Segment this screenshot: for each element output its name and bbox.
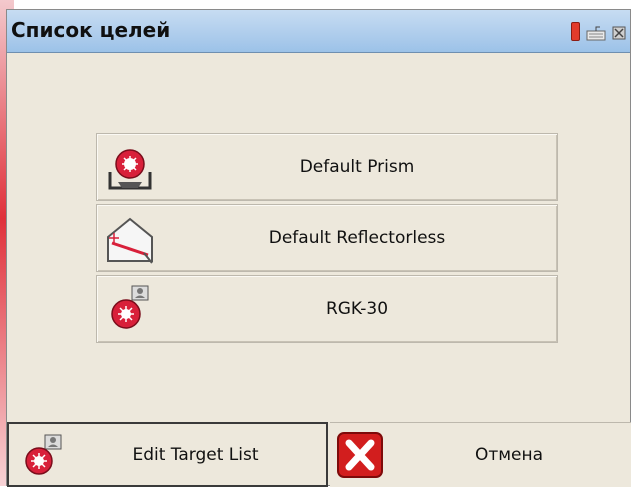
close-icon <box>335 430 385 480</box>
target-rgk-30-button[interactable]: RGK-30 <box>96 275 558 343</box>
edit-target-list-button[interactable]: Edit Target List <box>7 422 328 487</box>
cancel-button[interactable]: Отмена <box>330 422 631 487</box>
target-label: Default Reflectorless <box>268 228 446 248</box>
target-label: RGK-30 <box>325 299 389 319</box>
keyboard-icon[interactable] <box>586 25 606 41</box>
battery-icon[interactable] <box>571 22 580 41</box>
edit-target-list-label: Edit Target List <box>132 444 259 465</box>
reflectorless-icon <box>104 213 156 265</box>
target-label: Default Prism <box>299 157 415 177</box>
prism-icon <box>104 142 156 194</box>
edit-list-icon <box>19 433 65 479</box>
title-bar: Список целей <box>7 10 630 53</box>
cancel-label: Отмена <box>474 445 544 465</box>
system-tray <box>571 22 626 41</box>
window-title: Список целей <box>11 18 171 42</box>
target-default-reflectorless-button[interactable]: Default Reflectorless <box>96 204 558 272</box>
signal-icon[interactable] <box>612 25 626 41</box>
custom-prism-icon <box>104 284 156 336</box>
target-default-prism-button[interactable]: Default Prism <box>96 133 558 201</box>
target-list-window: Список целей Default Prism Default Refle… <box>6 9 631 487</box>
